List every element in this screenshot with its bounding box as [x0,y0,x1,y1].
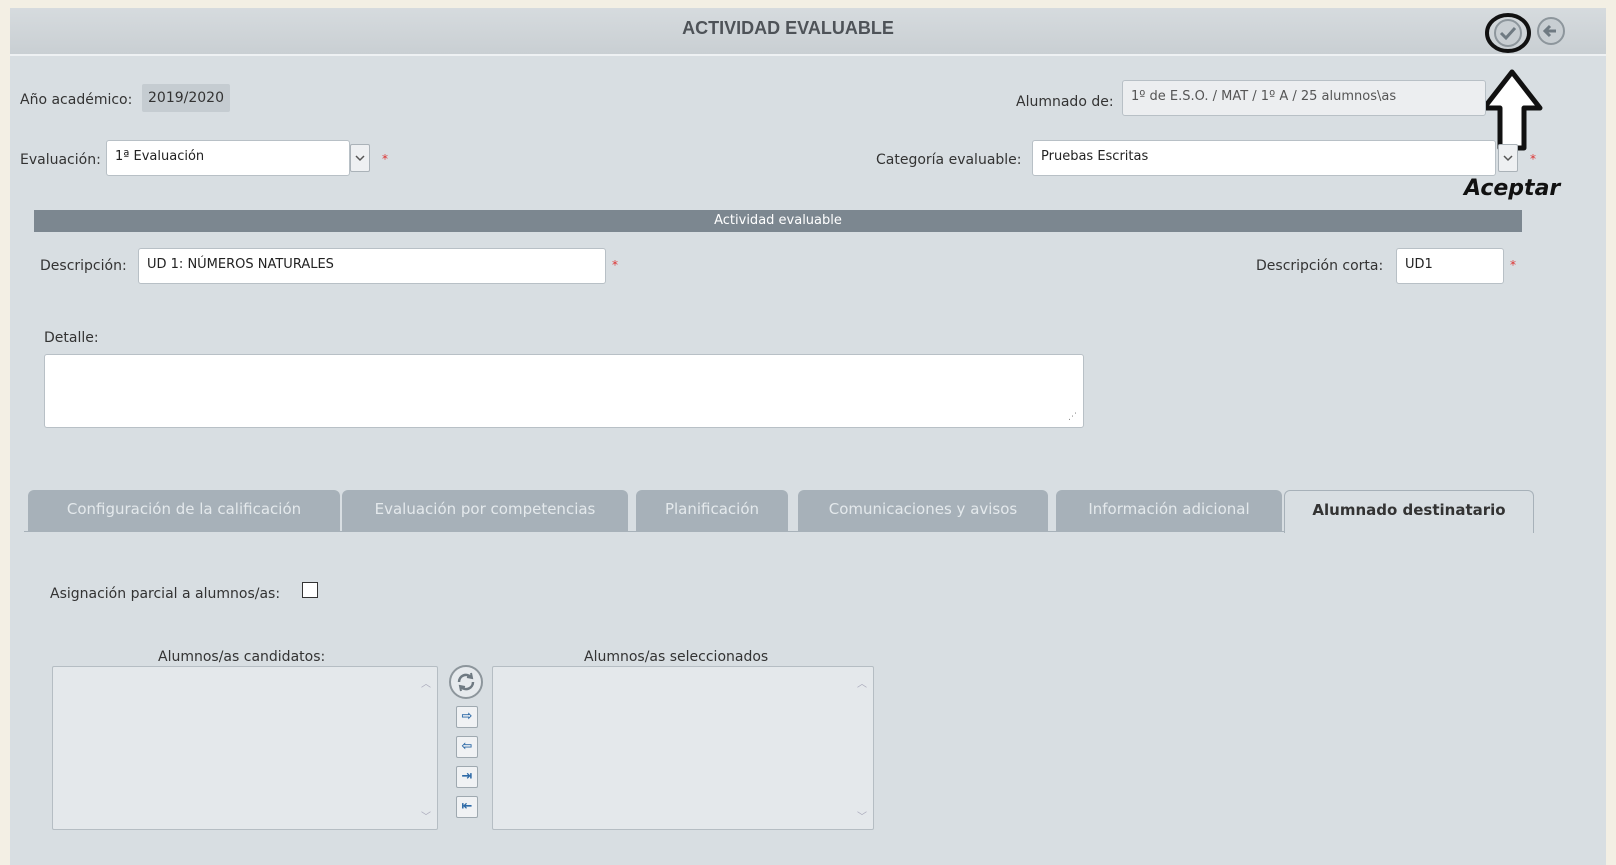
description-required: * [612,258,618,272]
tab-competencies[interactable]: Evaluación por competencias [342,490,628,532]
tab-divider [24,531,1298,532]
category-select[interactable]: Pruebas Escritas [1032,140,1496,176]
short-description-label: Descripción corta: [1256,258,1384,274]
evaluation-dropdown-button[interactable] [350,144,370,172]
tab-target-students[interactable]: Alumnado destinatario [1284,490,1534,533]
description-input[interactable]: UD 1: NÚMEROS NATURALES [138,248,606,284]
evaluation-select[interactable]: 1ª Evaluación [106,140,350,176]
scroll-down-icon[interactable]: ﹀ [421,808,431,823]
description-label: Descripción: [40,258,127,274]
page-title: ACTIVIDAD EVALUABLE [682,18,894,38]
refresh-icon [449,665,483,699]
category-required: * [1530,152,1536,166]
partial-assignment-label: Asignación parcial a alumnos/as: [50,586,281,602]
resize-handle-icon[interactable]: ⋰ [1068,412,1077,422]
students-field: 1º de E.S.O. / MAT / 1º A / 25 alumnos\a… [1122,80,1486,116]
tab-communications[interactable]: Comunicaciones y avisos [798,490,1048,532]
year-label: Año académico: [20,92,133,108]
chevron-down-icon [1503,155,1513,162]
year-value: 2019/2020 [142,84,230,112]
selected-list[interactable]: ︿ ﹀ [492,666,874,830]
main-panel: ACTIVIDAD EVALUABLE Aceptar Año académic… [10,8,1606,865]
chevron-down-icon [355,155,365,162]
move-right-button[interactable]: ⇨ [456,706,478,728]
refresh-button[interactable] [448,664,484,700]
move-left-button[interactable]: ⇦ [456,736,478,758]
scroll-up-icon[interactable]: ︿ [857,675,867,690]
accept-button[interactable] [1484,12,1532,54]
short-description-input[interactable]: UD1 [1396,248,1504,284]
category-label: Categoría evaluable: [876,152,1022,168]
short-description-required: * [1510,258,1516,272]
detail-label: Detalle: [44,330,99,346]
tab-planning[interactable]: Planificación [636,490,788,532]
header-bar: ACTIVIDAD EVALUABLE [10,8,1606,56]
back-button[interactable] [1536,16,1566,46]
candidates-label: Alumnos/as candidatos: [158,649,326,665]
category-dropdown-button[interactable] [1498,144,1518,172]
scroll-up-icon[interactable]: ︿ [421,675,431,690]
tab-additional-info[interactable]: Información adicional [1056,490,1282,532]
move-all-left-button[interactable]: ⇤ [456,796,478,818]
partial-assignment-checkbox[interactable] [302,582,318,598]
check-circle-icon [1485,13,1531,53]
move-all-right-button[interactable]: ⇥ [456,766,478,788]
evaluation-required: * [382,152,388,166]
back-arrow-icon [1537,17,1565,45]
detail-textarea[interactable] [44,354,1084,428]
students-label: Alumnado de: [1016,94,1114,110]
accept-annotation-label: Aceptar [1464,176,1561,201]
scroll-down-icon[interactable]: ﹀ [857,808,867,823]
tab-grading-config[interactable]: Configuración de la calificación [28,490,340,532]
selected-label: Alumnos/as seleccionados [584,649,769,665]
section-header: Actividad evaluable [34,210,1522,232]
evaluation-label: Evaluación: [20,152,101,168]
candidates-list[interactable]: ︿ ﹀ [52,666,438,830]
